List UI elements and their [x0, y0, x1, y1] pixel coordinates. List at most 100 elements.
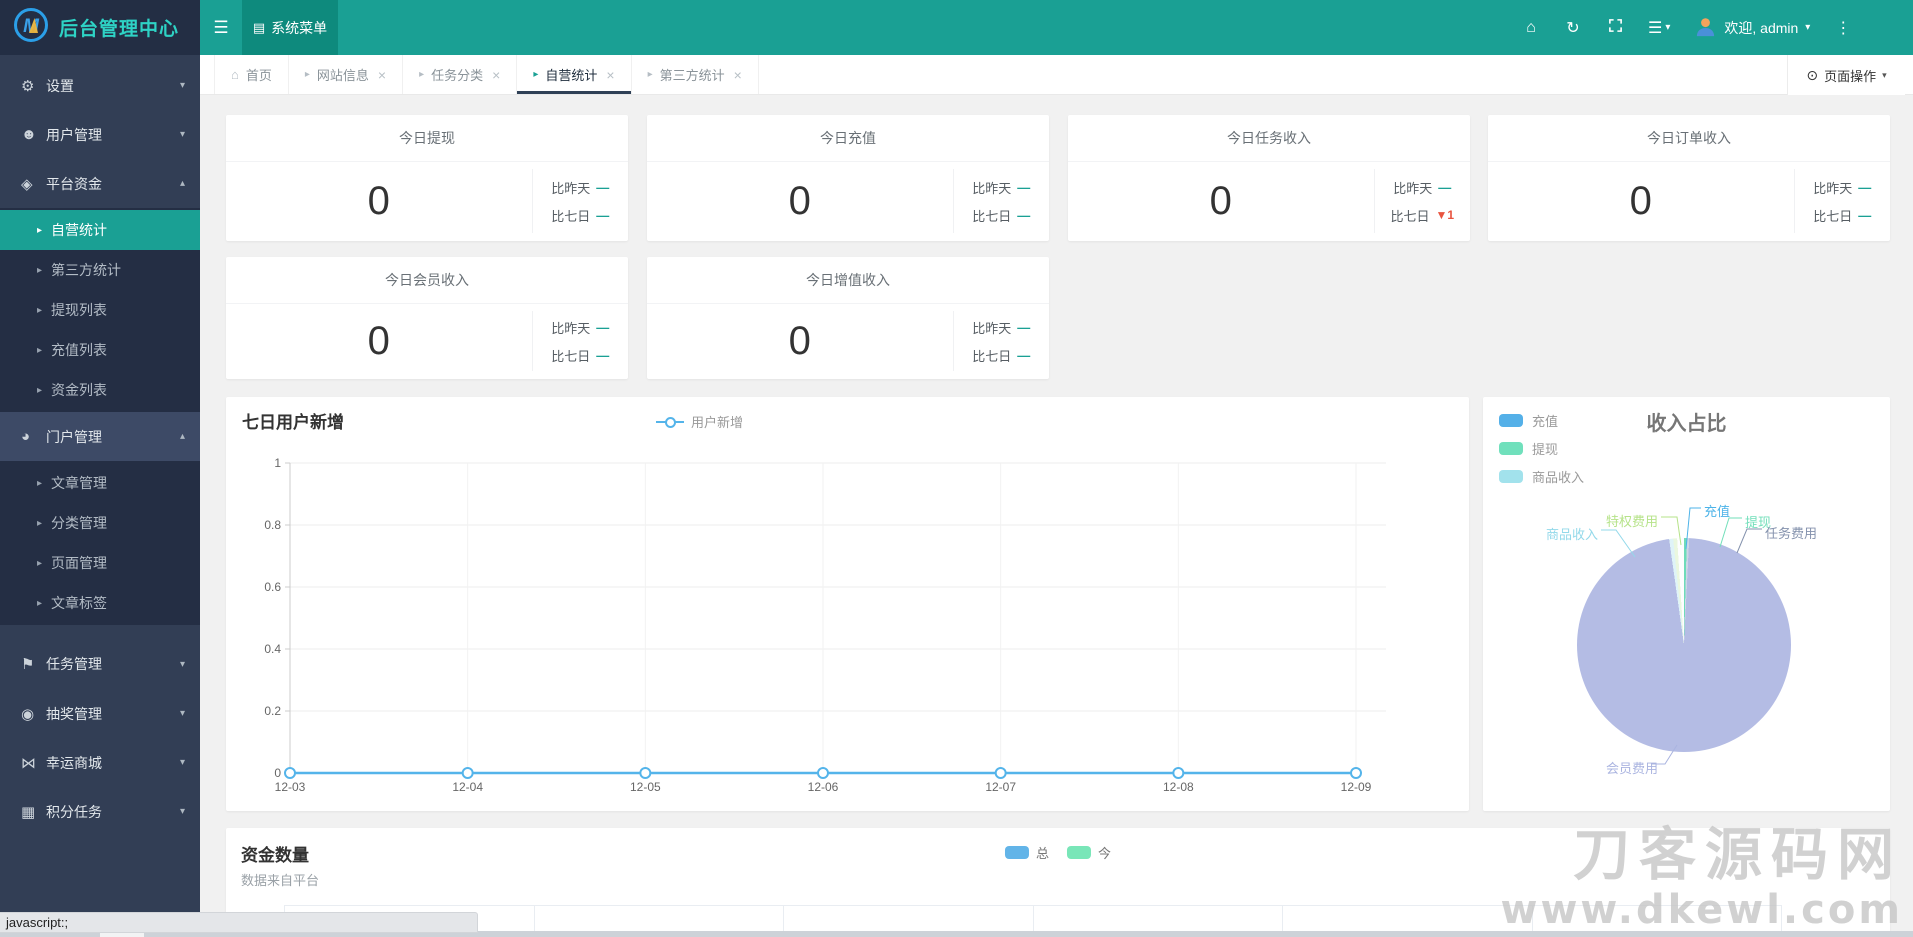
hamburger-icon: ☰	[213, 17, 229, 37]
stat-value: 0	[1629, 178, 1652, 223]
chevron-down-icon: ▾	[1805, 22, 1811, 33]
welcome-text: 欢迎, admin	[1724, 19, 1799, 36]
home-icon: ⌂	[231, 67, 239, 82]
top-header-bar: M 后台管理中心 ☰ ▤ 系统菜单 ⌂ ↻ ☰ ▾ 欢迎, admin ▾ ⋮	[0, 0, 1913, 55]
caret-right-icon: ▸	[37, 477, 43, 489]
stat-value: 0	[367, 178, 390, 223]
sidebar-item-platform-funds[interactable]: ◈ 平台资金 ▴	[0, 159, 200, 208]
caret-right-icon: ▸	[647, 69, 653, 80]
legend-item[interactable]: 今	[1067, 843, 1111, 862]
caret-right-icon: ▸	[37, 384, 43, 396]
logo-m-icon: M	[13, 7, 49, 48]
pie-callout-goods-income: 商品收入	[1545, 527, 1598, 542]
sidebar-item-thirdparty-stats[interactable]: ▸ 第三方统计	[0, 250, 200, 290]
sidebar-item-page-mgmt[interactable]: ▸ 页面管理	[0, 543, 200, 583]
trend-flat: —	[1438, 179, 1452, 195]
close-icon[interactable]: ×	[378, 67, 386, 83]
user-menu[interactable]: 欢迎, admin ▾	[1694, 15, 1810, 41]
chevron-down-icon: ▾	[179, 80, 185, 91]
home-icon[interactable]: ⌂	[1522, 19, 1540, 37]
pie-callout-member-fee: 会员费用	[1606, 761, 1659, 776]
more-dots-icon[interactable]: ⋮	[1834, 18, 1852, 38]
sidebar-item-article-tags[interactable]: ▸ 文章标签	[0, 583, 200, 623]
sidebar-item-settings[interactable]: ⚙ 设置 ▾	[0, 61, 200, 110]
sidebar-item-recharge-list[interactable]: ▸ 充值列表	[0, 330, 200, 370]
sidebar-item-funds-list[interactable]: ▸ 资金列表	[0, 370, 200, 410]
sidebar-item-points-tasks[interactable]: ▦ 积分任务 ▾	[0, 787, 200, 836]
tab-home[interactable]: ⌂ 首页	[214, 55, 289, 94]
page-operations-dropdown[interactable]: ⊙ 页面操作 ▾	[1787, 55, 1905, 95]
sidebar-item-portal[interactable]: ◕ 门户管理 ▴	[0, 412, 200, 461]
chevron-up-icon: ▴	[179, 431, 185, 442]
tab-self-stats[interactable]: ▸ 自营统计 ×	[517, 55, 632, 94]
sidebar-item-task-mgmt[interactable]: ⚑ 任务管理 ▾	[0, 639, 200, 689]
sidebar-group-funds: ▸ 自营统计 ▸ 第三方统计 ▸ 提现列表 ▸ 充值列表 ▸ 资金列表	[0, 208, 200, 412]
line-chart-svg: 0 0.2 0.4 0.6 0.8 1 12-03 12-04 12-05 12-06 12-07 1…	[264, 456, 1386, 794]
stat-card-title: 今日会员收入	[226, 257, 628, 304]
stat-card-member-income-today: 今日会员收入 0 比昨天 — 比七日 —	[226, 257, 628, 379]
svg-text:0.8: 0.8	[264, 518, 281, 532]
close-icon[interactable]: ×	[606, 67, 614, 83]
fullscreen-icon[interactable]	[1606, 18, 1624, 38]
refresh-icon[interactable]: ↻	[1564, 18, 1582, 38]
stat-card-withdraw-today: 今日提现 0 比昨天 — 比七日 —	[226, 115, 628, 241]
svg-text:12-05: 12-05	[630, 780, 661, 794]
gear-icon: ⚙	[21, 77, 35, 95]
stat-card-title: 今日提现	[226, 115, 628, 162]
legend-swatch	[1067, 846, 1091, 859]
sidebar-item-users[interactable]: ☻ 用户管理 ▾	[0, 110, 200, 159]
svg-text:0.6: 0.6	[264, 580, 281, 594]
close-icon[interactable]: ×	[734, 67, 742, 83]
task-flag-icon: ⚑	[21, 656, 35, 673]
stat-card-recharge-today: 今日充值 0 比昨天 — 比七日 —	[647, 115, 1049, 241]
funds-subtitle: 数据来自平台	[241, 873, 320, 888]
target-icon: ⊙	[1806, 66, 1819, 83]
line-chart-card: 七日用户新增 用户新增 0 0.2 0.4 0.6 0.8 1 12-03 12-04 12-0…	[226, 397, 1469, 811]
sidebar-item-self-stats[interactable]: ▸ 自营统计	[0, 210, 200, 250]
quick-menu-dropdown[interactable]: ☰ ▾	[1648, 18, 1670, 38]
portal-icon: ◕	[21, 428, 31, 445]
trend-flat: —	[596, 319, 610, 335]
stat-value: 0	[788, 318, 811, 363]
sidebar-collapse-button[interactable]: ☰	[200, 0, 242, 55]
sidebar-item-lucky-mall[interactable]: ⋈ 幸运商城 ▾	[0, 738, 200, 787]
svg-text:0: 0	[274, 766, 281, 780]
sidebar-item-withdraw-list[interactable]: ▸ 提现列表	[0, 290, 200, 330]
stat-value: 0	[1209, 178, 1232, 223]
users-icon: ☻	[21, 126, 37, 143]
caret-right-icon: ▸	[37, 557, 43, 569]
tab-site-info[interactable]: ▸ 网站信息 ×	[289, 55, 404, 94]
system-menu-button[interactable]: ▤ 系统菜单	[242, 0, 338, 55]
close-icon[interactable]: ×	[492, 67, 500, 83]
chevron-down-icon: ▾	[179, 658, 185, 670]
svg-text:12-09: 12-09	[1341, 780, 1372, 794]
trend-flat: —	[1017, 207, 1031, 223]
svg-text:0.4: 0.4	[264, 642, 281, 656]
trend-flat: —	[596, 207, 610, 223]
caret-right-icon: ▸	[37, 597, 43, 609]
caret-right-icon: ▸	[37, 344, 43, 356]
svg-text:0.2: 0.2	[264, 704, 281, 718]
svg-text:12-06: 12-06	[808, 780, 839, 794]
stat-card-title: 今日任务收入	[1068, 115, 1470, 162]
tab-task-category[interactable]: ▸ 任务分类 ×	[403, 55, 518, 94]
funds-legend: 总 今	[1004, 843, 1111, 862]
sidebar-item-lottery-mgmt[interactable]: ◉ 抽奖管理 ▾	[0, 689, 200, 738]
trend-flat: —	[596, 347, 610, 363]
app-title: 后台管理中心	[59, 19, 180, 40]
sidebar-item-category-mgmt[interactable]: ▸ 分类管理	[0, 503, 200, 543]
legend-item[interactable]: 总	[1004, 843, 1049, 862]
trend-flat: —	[1017, 179, 1031, 195]
chevron-up-icon: ▴	[179, 178, 185, 189]
stat-card-task-income-today: 今日任务收入 0 比昨天 — 比七日 ▼1	[1068, 115, 1470, 241]
sidebar-group-portal: ▸ 文章管理 ▸ 分类管理 ▸ 页面管理 ▸ 文章标签	[0, 461, 200, 625]
tab-thirdparty-stats[interactable]: ▸ 第三方统计 ×	[632, 55, 759, 94]
trend-flat: —	[1017, 319, 1031, 335]
system-menu-label: 系统菜单	[271, 19, 328, 36]
trend-flat: —	[1017, 347, 1031, 363]
legend-swatch	[1004, 846, 1029, 859]
caret-right-icon: ▸	[533, 69, 539, 80]
svg-text:12-07: 12-07	[985, 780, 1016, 794]
sidebar-item-article-mgmt[interactable]: ▸ 文章管理	[0, 463, 200, 503]
stat-card-order-income-today: 今日订单收入 0 比昨天 — 比七日 —	[1488, 115, 1890, 241]
